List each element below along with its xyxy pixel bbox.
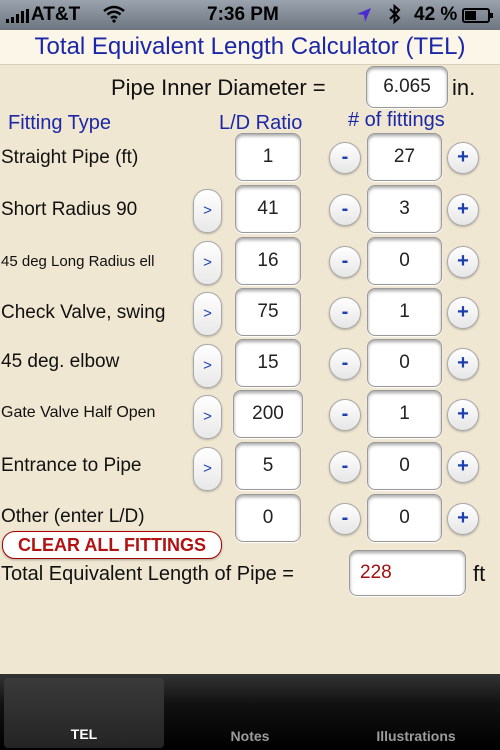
bluetooth-icon [388,3,402,30]
fitting-name: Other (enter L/D) [1,506,145,527]
ld-input[interactable]: 200 [233,390,303,438]
decrement-button[interactable]: - [329,451,361,483]
status-bar: AT&T 7:36 PM 42 % [0,0,500,30]
total-unit: ft [473,561,486,586]
decrement-button[interactable]: - [329,297,361,329]
tab-bar: TEL Notes Illustrations [0,674,500,750]
count-input[interactable]: 1 [367,288,442,336]
fitting-name: Straight Pipe (ft) [1,147,139,168]
fitting-name: 45 deg Long Radius ell [1,253,155,270]
diameter-label: Pipe Inner Diameter = [111,75,326,100]
count-input[interactable]: 3 [367,185,442,233]
count-input[interactable]: 0 [367,237,442,285]
ld-input[interactable]: 16 [235,237,301,285]
increment-button[interactable]: + [447,503,479,535]
tab-illustrations[interactable]: Illustrations [333,674,499,750]
decrement-button[interactable]: - [329,399,361,431]
fitting-name: Check Valve, swing [1,302,166,323]
chevron-button[interactable]: > [193,189,222,233]
decrement-button[interactable]: - [329,348,361,380]
header-num-fittings: # of fittings [348,109,445,131]
diameter-unit: in. [452,75,476,100]
ld-input[interactable]: 15 [235,339,301,387]
decrement-button[interactable]: - [329,194,361,226]
increment-button[interactable]: + [447,451,479,483]
chevron-button[interactable]: > [193,241,222,285]
header-fitting-type: Fitting Type [8,112,112,134]
count-input[interactable]: 0 [367,442,442,490]
ld-input[interactable]: 1 [235,133,301,181]
diameter-input[interactable]: 6.065 [366,66,448,108]
fitting-name: Short Radius 90 [1,199,138,220]
increment-button[interactable]: + [447,297,479,329]
fitting-name: Entrance to Pipe [1,455,142,476]
total-label: Total Equivalent Length of Pipe = [1,563,294,585]
header-ld-ratio: L/D Ratio [219,112,303,134]
increment-button[interactable]: + [447,399,479,431]
tab-tel[interactable]: TEL [4,678,164,748]
fitting-name: 45 deg. elbow [1,351,120,372]
app-title: Total Equivalent Length Calculator (TEL) [0,30,500,65]
decrement-button[interactable]: - [329,142,361,174]
chevron-button[interactable]: > [193,344,222,388]
increment-button[interactable]: + [447,348,479,380]
tab-notes[interactable]: Notes [167,674,333,750]
clear-all-fittings-button[interactable]: CLEAR ALL FITTINGS [2,531,222,559]
increment-button[interactable]: + [447,246,479,278]
chevron-button[interactable]: > [193,447,222,491]
ld-input[interactable]: 41 [235,185,301,233]
location-arrow-icon [355,6,373,30]
count-input[interactable]: 27 [367,133,442,181]
count-input[interactable]: 1 [367,390,442,438]
ld-input[interactable]: 0 [235,494,301,542]
battery-percent: 42 % [414,4,458,25]
count-input[interactable]: 0 [367,339,442,387]
battery-icon [462,8,494,30]
ld-input[interactable]: 5 [235,442,301,490]
chevron-button[interactable]: > [193,292,222,336]
wifi-icon [102,5,126,29]
signal-icon [6,9,29,23]
count-input[interactable]: 0 [367,494,442,542]
ld-input[interactable]: 75 [235,288,301,336]
tab-label: Notes [230,728,270,744]
fitting-name: Gate Valve Half Open [1,404,156,421]
increment-button[interactable]: + [447,194,479,226]
increment-button[interactable]: + [447,142,479,174]
tab-label: Illustrations [376,728,456,744]
carrier-label: AT&T [31,4,81,25]
chevron-button[interactable]: > [193,395,222,439]
decrement-button[interactable]: - [329,246,361,278]
tab-label: TEL [70,726,98,742]
clock: 7:36 PM [207,4,279,25]
total-length-output: 228 [349,550,466,596]
decrement-button[interactable]: - [329,503,361,535]
